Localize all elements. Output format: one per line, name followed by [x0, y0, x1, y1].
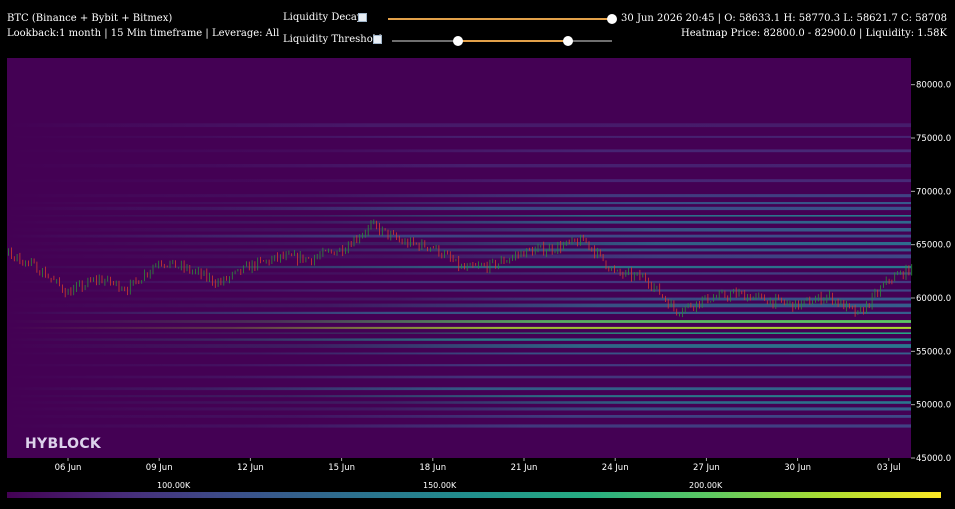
y-tick-label: 65000.0: [916, 241, 951, 251]
liquidity-band: [7, 234, 911, 238]
liquidity-band: [7, 387, 911, 391]
liquidity-threshold-slider[interactable]: [392, 36, 612, 46]
liquidity-band: [7, 415, 911, 418]
x-tick-label: 15 Jun: [328, 463, 355, 473]
liquidity-band: [7, 164, 911, 168]
heatmap-svg[interactable]: 45000.0 50000.0 55000.0 60000.0 65000.0 70000…: [0, 56, 955, 476]
y-tick-label: 80000.0: [916, 81, 951, 91]
liquidity-band: [7, 202, 911, 205]
liquidity-band: [7, 395, 911, 398]
liquidity-band: [7, 424, 911, 428]
liquidity-band: [7, 364, 911, 367]
liquidity-band: [7, 338, 911, 341]
x-tick-label: 03 Jul: [877, 463, 901, 473]
x-tick-label: 21 Jun: [511, 463, 538, 473]
liquidity-threshold-min-thumb[interactable]: [453, 36, 463, 46]
y-tick-label: 45000.0: [916, 454, 951, 464]
y-tick-label: 70000.0: [916, 187, 951, 197]
chart-title: BTC (Binance + Bybit + Bitmex): [7, 13, 173, 24]
liquidity-band: [7, 135, 911, 138]
liquidity-band: [7, 272, 911, 275]
liquidity-band: [7, 228, 911, 232]
x-tick-label: 24 Jun: [602, 463, 629, 473]
liquidation-heatmap-chart[interactable]: 45000.0 50000.0 55000.0 60000.0 65000.0 70000…: [0, 56, 955, 476]
heatmap-readout: Heatmap Price: 82800.0 - 82900.0 | Liqui…: [680, 28, 947, 39]
liquidity-threshold-max-thumb[interactable]: [563, 36, 573, 46]
liquidity-band: [7, 194, 911, 198]
y-tick-label: 55000.0: [916, 347, 951, 357]
liquidity-band: [7, 149, 911, 153]
y-tick-label: 75000.0: [916, 134, 951, 144]
liquidity-band: [7, 407, 911, 411]
liquidity-decay-label: Liquidity Decay: [283, 12, 363, 23]
liquidity-band: [7, 206, 911, 211]
liquidity-band: [7, 220, 911, 224]
liquidity-band: [7, 289, 911, 292]
liquidity-band: [7, 320, 911, 323]
hyblock-logo: HYBLOCK: [25, 436, 102, 452]
liquidity-decay-slider-thumb[interactable]: [607, 14, 617, 24]
image-icon: [373, 35, 382, 44]
x-tick-label: 12 Jun: [237, 463, 264, 473]
x-tick-label: 30 Jun: [784, 463, 811, 473]
image-icon: [358, 13, 367, 22]
liquidity-band: [7, 215, 911, 217]
liquidity-colorbar: [7, 492, 941, 498]
x-tick-label: 06 Jun: [55, 463, 82, 473]
x-tick-label: 09 Jun: [146, 463, 173, 473]
liquidity-band: [7, 179, 911, 183]
liquidity-band: [7, 248, 911, 252]
liquidity-decay-slider[interactable]: [388, 14, 617, 24]
chart-header-left: BTC (Binance + Bybit + Bitmex) Lookback:…: [7, 11, 279, 41]
liquidity-band: [7, 123, 911, 128]
liquidity-band: [7, 242, 911, 246]
liquidity-band: [7, 280, 911, 284]
liquidity-band: [7, 375, 911, 379]
y-tick-label: 50000.0: [916, 401, 951, 411]
chart-subtitle: Lookback:1 month | 15 Min timeframe | Le…: [7, 28, 280, 39]
liquidity-band: [7, 326, 911, 329]
ohlc-readout: 30 Jun 2026 20:45 | O: 58633.1 H: 58770.…: [621, 13, 947, 24]
liquidity-band: [7, 332, 911, 334]
x-tick-label: 27 Jun: [693, 463, 720, 473]
colorbar-label-mid: 150.00K: [423, 481, 457, 490]
liquidity-band: [7, 344, 911, 348]
chart-header-right: 30 Jun 2026 20:45 | O: 58633.1 H: 58770.…: [621, 11, 947, 41]
liquidity-band: [7, 352, 911, 355]
liquidity-band: [7, 401, 911, 404]
colorbar-label-low: 100.00K: [157, 481, 191, 490]
liquidity-threshold-label: Liquidity Threshold: [283, 34, 383, 45]
colorbar-label-high: 200.00K: [689, 481, 723, 490]
liquidity-band: [7, 311, 911, 314]
y-tick-label: 60000.0: [916, 294, 951, 304]
x-tick-label: 18 Jun: [419, 463, 446, 473]
